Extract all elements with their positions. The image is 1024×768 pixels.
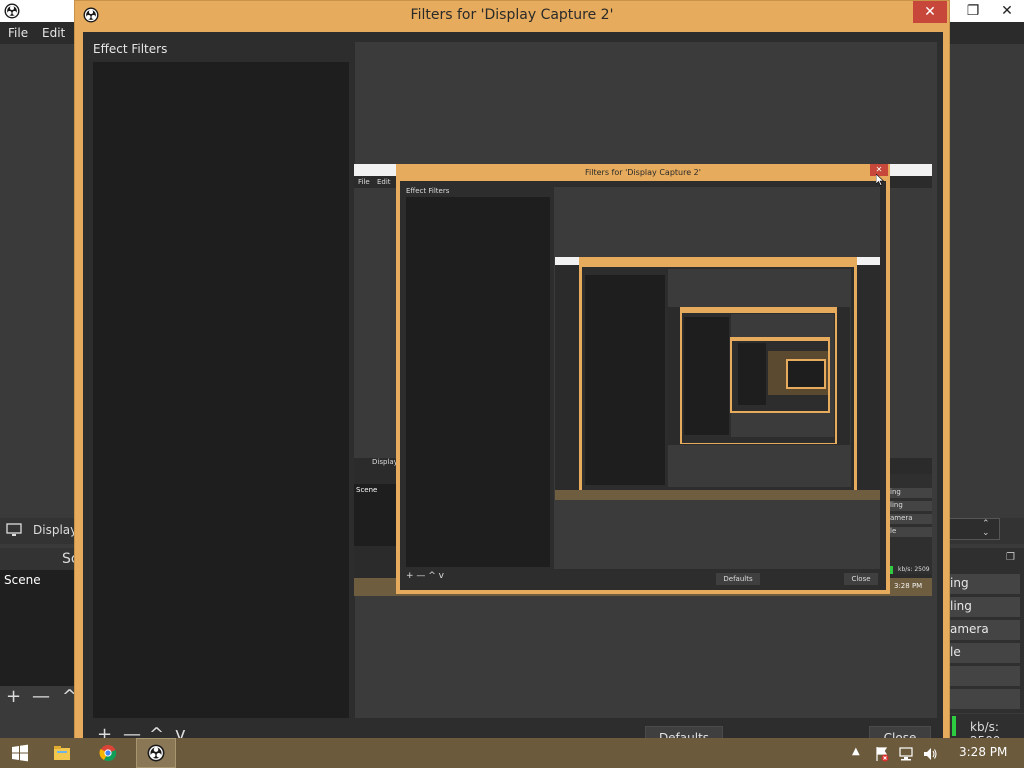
remove-scene-button[interactable]: — bbox=[32, 686, 50, 707]
dialog-titlebar[interactable]: Filters for 'Display Capture 2' ✕ bbox=[75, 1, 949, 31]
nested-live-indicator bbox=[890, 566, 893, 574]
control-button[interactable] bbox=[948, 666, 1020, 686]
volume-icon[interactable] bbox=[922, 746, 938, 762]
add-scene-button[interactable]: + bbox=[6, 686, 21, 707]
effect-filters-label: Effect Filters bbox=[93, 42, 168, 56]
windows-taskbar: ▲ 3:28 PM bbox=[0, 738, 1024, 768]
nested-scenes-list: Scene bbox=[354, 484, 400, 546]
nested-controls: ing ling amera le kb/s: 2509 bbox=[888, 474, 932, 574]
close-icon[interactable]: ✕ bbox=[990, 0, 1024, 22]
obs-icon bbox=[147, 744, 165, 762]
chrome-icon[interactable] bbox=[98, 743, 118, 763]
menu-file[interactable]: File bbox=[8, 26, 28, 40]
file-explorer-icon[interactable] bbox=[52, 743, 72, 763]
control-button[interactable]: le bbox=[948, 643, 1020, 663]
effect-filters-list[interactable] bbox=[93, 62, 349, 718]
dialog-close-icon[interactable]: ✕ bbox=[913, 1, 947, 23]
scenes-list[interactable]: Scene bbox=[0, 570, 76, 686]
list-item[interactable]: Scene bbox=[4, 573, 41, 587]
nested-menu-edit: Edit bbox=[377, 178, 391, 186]
spinbox[interactable] bbox=[948, 518, 1000, 540]
live-indicator bbox=[952, 716, 956, 736]
screen: ❐ ✕ File Edit Display C ⌃ ⌄ Sc Scene + — … bbox=[0, 0, 1024, 768]
obs-taskbar-button[interactable] bbox=[136, 738, 176, 768]
windows-start-icon[interactable] bbox=[10, 743, 30, 763]
dialog-title: Filters for 'Display Capture 2' bbox=[410, 7, 614, 23]
obs-logo-icon bbox=[4, 3, 20, 19]
nested-effect-list bbox=[406, 197, 550, 567]
nested-menu-file: File bbox=[358, 178, 370, 186]
status-bar: kb/s: 2509 bbox=[948, 714, 1024, 748]
action-center-flag-icon[interactable] bbox=[874, 746, 890, 762]
menu-edit[interactable]: Edit bbox=[42, 26, 65, 40]
scenes-buttons: + — ^ bbox=[0, 686, 77, 710]
monitor-icon bbox=[6, 523, 22, 536]
scenes-header: Sc bbox=[0, 548, 79, 570]
nested-capture-level-5 bbox=[730, 337, 830, 413]
popout-icon[interactable]: ❐ bbox=[1006, 552, 1015, 563]
tray-overflow-icon[interactable]: ▲ bbox=[852, 746, 860, 757]
network-icon[interactable] bbox=[898, 746, 914, 762]
mouse-cursor-icon bbox=[876, 174, 884, 186]
spinbox-arrows[interactable]: ⌃ ⌄ bbox=[982, 520, 990, 538]
control-button[interactable]: ling bbox=[948, 597, 1020, 617]
control-button[interactable]: amera bbox=[948, 620, 1020, 640]
nested-list-buttons: + — ^ v bbox=[406, 571, 444, 581]
chevron-down-icon[interactable]: ⌄ bbox=[982, 528, 990, 538]
restore-icon[interactable]: ❐ bbox=[956, 0, 990, 22]
control-button[interactable]: ing bbox=[948, 574, 1020, 594]
control-button[interactable] bbox=[948, 689, 1020, 709]
clock[interactable]: 3:28 PM bbox=[959, 745, 1007, 759]
